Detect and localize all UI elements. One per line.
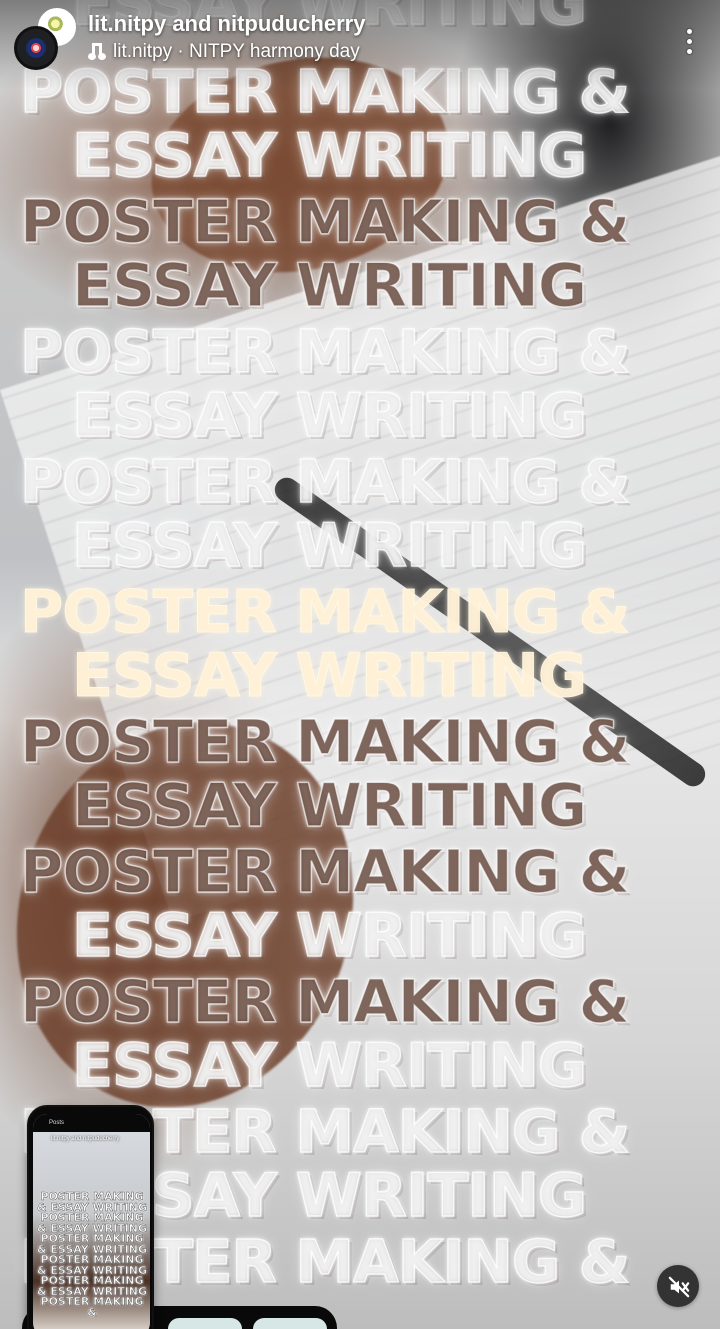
account-names[interactable]: lit.nitpy and nitpuducherry: [88, 10, 648, 38]
audio-label[interactable]: lit.nitpy · NITPY harmony day: [113, 40, 360, 64]
collab-avatars[interactable]: [14, 8, 78, 70]
reel-header: lit.nitpy and nitpuducherry lit.nitpy · …: [14, 8, 704, 70]
mute-button[interactable]: [657, 1265, 699, 1307]
reel-header-text: lit.nitpy and nitpuducherry lit.nitpy · …: [88, 10, 648, 64]
music-note-icon: [88, 42, 105, 62]
reel-viewer: ESSAY WRITING POSTER MAKING & ESSAY WRIT…: [0, 0, 720, 1329]
bottom-pill[interactable]: [253, 1318, 327, 1329]
muted-speaker-icon: [668, 1276, 690, 1298]
more-vertical-icon: [686, 38, 692, 44]
preview-top-bar: Posts: [33, 1114, 150, 1132]
bottom-pill[interactable]: [168, 1318, 242, 1329]
account-avatar[interactable]: [14, 26, 58, 70]
more-vertical-icon: [686, 48, 692, 54]
audio-link[interactable]: lit.nitpy · NITPY harmony day: [88, 40, 648, 64]
floating-preview[interactable]: Posts lit.nitpy and nitpuducherry POSTER…: [27, 1105, 154, 1329]
more-vertical-icon: [686, 28, 692, 34]
preview-poster-text: POSTER MAKING & ESSAY WRITING POSTER MAK…: [36, 1190, 148, 1319]
preview-screen: Posts lit.nitpy and nitpuducherry POSTER…: [33, 1114, 150, 1329]
preview-account-name: lit.nitpy and nitpuducherry: [51, 1136, 120, 1142]
more-options-button[interactable]: [674, 24, 704, 58]
